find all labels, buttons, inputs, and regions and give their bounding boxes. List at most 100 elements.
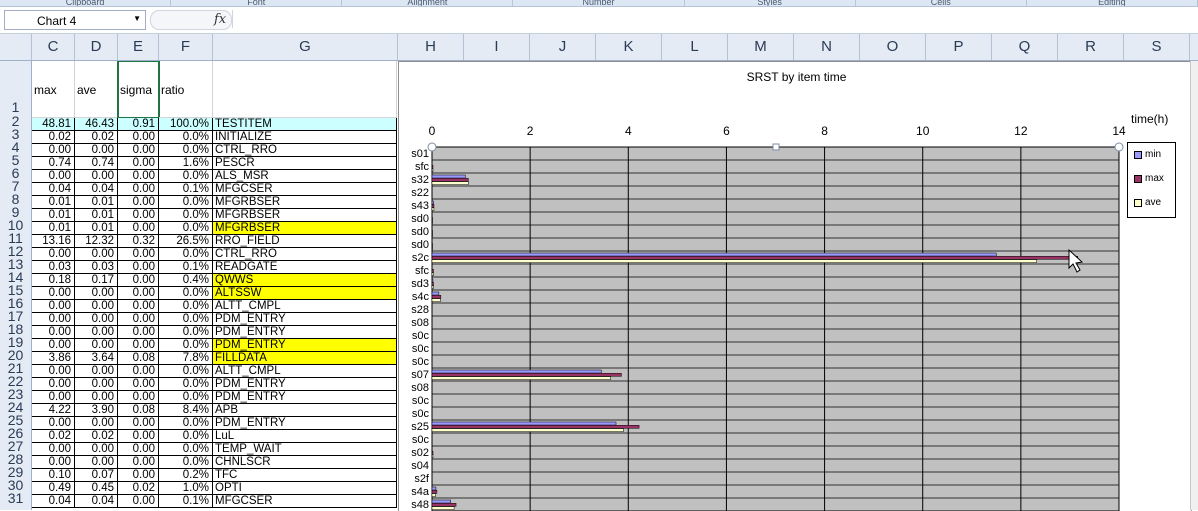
cell-ratio[interactable]: 26.5% xyxy=(159,235,213,248)
cell-max[interactable]: 0.01 xyxy=(32,196,75,209)
cell-name[interactable]: PDM_ENTRY xyxy=(213,391,397,404)
cell-ave[interactable]: 0.03 xyxy=(75,261,118,274)
cell-ratio[interactable]: 0.0% xyxy=(159,443,213,456)
cell-sigma[interactable]: 0.00 xyxy=(118,261,159,274)
row-header-7[interactable]: 7 xyxy=(0,180,31,193)
cell-ratio[interactable]: 0.0% xyxy=(159,196,213,209)
cell-ratio[interactable]: 0.0% xyxy=(159,339,213,352)
cell-name[interactable]: QWWS xyxy=(213,274,397,287)
cell-max[interactable]: 0.00 xyxy=(32,365,75,378)
column-header-i[interactable]: I xyxy=(464,34,530,60)
cell-sigma[interactable]: 0.00 xyxy=(118,391,159,404)
cell-ratio[interactable]: 0.0% xyxy=(159,391,213,404)
select-all-corner[interactable] xyxy=(0,34,32,60)
column-header-c[interactable]: C xyxy=(32,34,75,60)
column-header-g[interactable]: G xyxy=(213,34,398,60)
cell-ave[interactable]: 0.00 xyxy=(75,287,118,300)
cell-ave[interactable]: 0.01 xyxy=(75,196,118,209)
row-header-17[interactable]: 17 xyxy=(0,310,31,323)
row-header-3[interactable]: 3 xyxy=(0,128,31,141)
cell-sigma[interactable]: 0.00 xyxy=(118,469,159,482)
cell-ave[interactable]: 0.07 xyxy=(75,469,118,482)
cell-ave[interactable]: 3.64 xyxy=(75,352,118,365)
row-header-2[interactable]: 2 xyxy=(0,115,31,128)
cell-sigma[interactable]: 0.00 xyxy=(118,157,159,170)
cell-name[interactable]: READGATE xyxy=(213,261,397,274)
cell-name[interactable]: ALTSSW xyxy=(213,287,397,300)
cell-ratio[interactable]: 0.0% xyxy=(159,300,213,313)
cell-ave[interactable]: 0.01 xyxy=(75,209,118,222)
cell-sigma[interactable]: 0.00 xyxy=(118,287,159,300)
cell-max[interactable]: 0.00 xyxy=(32,313,75,326)
cell-max[interactable]: 0.00 xyxy=(32,378,75,391)
header-cell-name[interactable] xyxy=(213,61,397,118)
cell-max[interactable]: 0.01 xyxy=(32,209,75,222)
cell-ave[interactable]: 0.00 xyxy=(75,144,118,157)
legend-item-ave[interactable]: ave xyxy=(1134,197,1161,208)
cell-ave[interactable]: 0.04 xyxy=(75,183,118,196)
row-header-23[interactable]: 23 xyxy=(0,388,31,401)
legend-item-min[interactable]: min xyxy=(1134,149,1161,160)
cell-ratio[interactable]: 8.4% xyxy=(159,404,213,417)
row-header-29[interactable]: 29 xyxy=(0,466,31,479)
header-cell-ratio[interactable]: ratio xyxy=(159,61,213,118)
cell-sigma[interactable]: 0.00 xyxy=(118,196,159,209)
cell-name[interactable]: OPTI xyxy=(213,482,397,495)
cell-ratio[interactable]: 1.0% xyxy=(159,482,213,495)
row-header-25[interactable]: 25 xyxy=(0,414,31,427)
column-header-m[interactable]: M xyxy=(728,34,794,60)
cell-ave[interactable]: 0.00 xyxy=(75,313,118,326)
cell-ratio[interactable]: 0.0% xyxy=(159,287,213,300)
cell-name[interactable]: PESCR xyxy=(213,157,397,170)
header-cell-ave[interactable]: ave xyxy=(75,61,118,118)
chart-plot-area[interactable]: 02468101214s01sfcs32s22s43sd0sd0sd0s2csf… xyxy=(399,62,1191,511)
cell-ratio[interactable]: 0.0% xyxy=(159,365,213,378)
column-header-n[interactable]: N xyxy=(794,34,860,60)
cell-ave[interactable]: 0.00 xyxy=(75,443,118,456)
cell-max[interactable]: 0.02 xyxy=(32,131,75,144)
row-header-27[interactable]: 27 xyxy=(0,440,31,453)
cell-name[interactable]: CTRL_RRO xyxy=(213,144,397,157)
cell-sigma[interactable]: 0.00 xyxy=(118,339,159,352)
cell-name[interactable]: MFGRBSER xyxy=(213,222,397,235)
column-header-o[interactable]: O xyxy=(860,34,926,60)
cell-max[interactable]: 0.10 xyxy=(32,469,75,482)
row-header-31[interactable]: 31 xyxy=(0,492,31,505)
cell-ratio[interactable]: 0.0% xyxy=(159,248,213,261)
row-header-14[interactable]: 14 xyxy=(0,271,31,284)
column-header-j[interactable]: J xyxy=(530,34,596,60)
cell-max[interactable]: 13.16 xyxy=(32,235,75,248)
cell-ratio[interactable]: 0.0% xyxy=(159,209,213,222)
cell-ratio[interactable]: 0.0% xyxy=(159,326,213,339)
cell-sigma[interactable]: 0.00 xyxy=(118,274,159,287)
cell-ratio[interactable]: 0.0% xyxy=(159,222,213,235)
cell-sigma[interactable]: 0.08 xyxy=(118,352,159,365)
cell-ave[interactable]: 46.43 xyxy=(75,118,118,131)
cell-ratio[interactable]: 0.0% xyxy=(159,456,213,469)
row-header-13[interactable]: 13 xyxy=(0,258,31,271)
cell-ratio[interactable]: 0.1% xyxy=(159,495,213,508)
cell-max[interactable]: 0.04 xyxy=(32,495,75,508)
row-header-10[interactable]: 10 xyxy=(0,219,31,232)
cell-max[interactable]: 0.00 xyxy=(32,287,75,300)
cell-name[interactable]: PDM_ENTRY xyxy=(213,313,397,326)
cell-max[interactable]: 0.00 xyxy=(32,300,75,313)
row-header-28[interactable]: 28 xyxy=(0,453,31,466)
cell-name[interactable]: PDM_ENTRY xyxy=(213,339,397,352)
cell-sigma[interactable]: 0.00 xyxy=(118,456,159,469)
cell-max[interactable]: 0.00 xyxy=(32,326,75,339)
cell-name[interactable]: TEMP_WAIT xyxy=(213,443,397,456)
cell-max[interactable]: 0.18 xyxy=(32,274,75,287)
cell-max[interactable]: 0.00 xyxy=(32,417,75,430)
cell-ave[interactable]: 0.00 xyxy=(75,365,118,378)
cell-sigma[interactable]: 0.00 xyxy=(118,495,159,508)
cell-ave[interactable]: 0.17 xyxy=(75,274,118,287)
row-header-20[interactable]: 20 xyxy=(0,349,31,362)
cell-max[interactable]: 0.00 xyxy=(32,391,75,404)
cell-ratio[interactable]: 0.0% xyxy=(159,131,213,144)
vertical-scrollbar[interactable] xyxy=(1190,61,1198,510)
cell-ave[interactable]: 0.01 xyxy=(75,222,118,235)
cell-ave[interactable]: 3.90 xyxy=(75,404,118,417)
cell-ratio[interactable]: 0.4% xyxy=(159,274,213,287)
cell-sigma[interactable]: 0.32 xyxy=(118,235,159,248)
